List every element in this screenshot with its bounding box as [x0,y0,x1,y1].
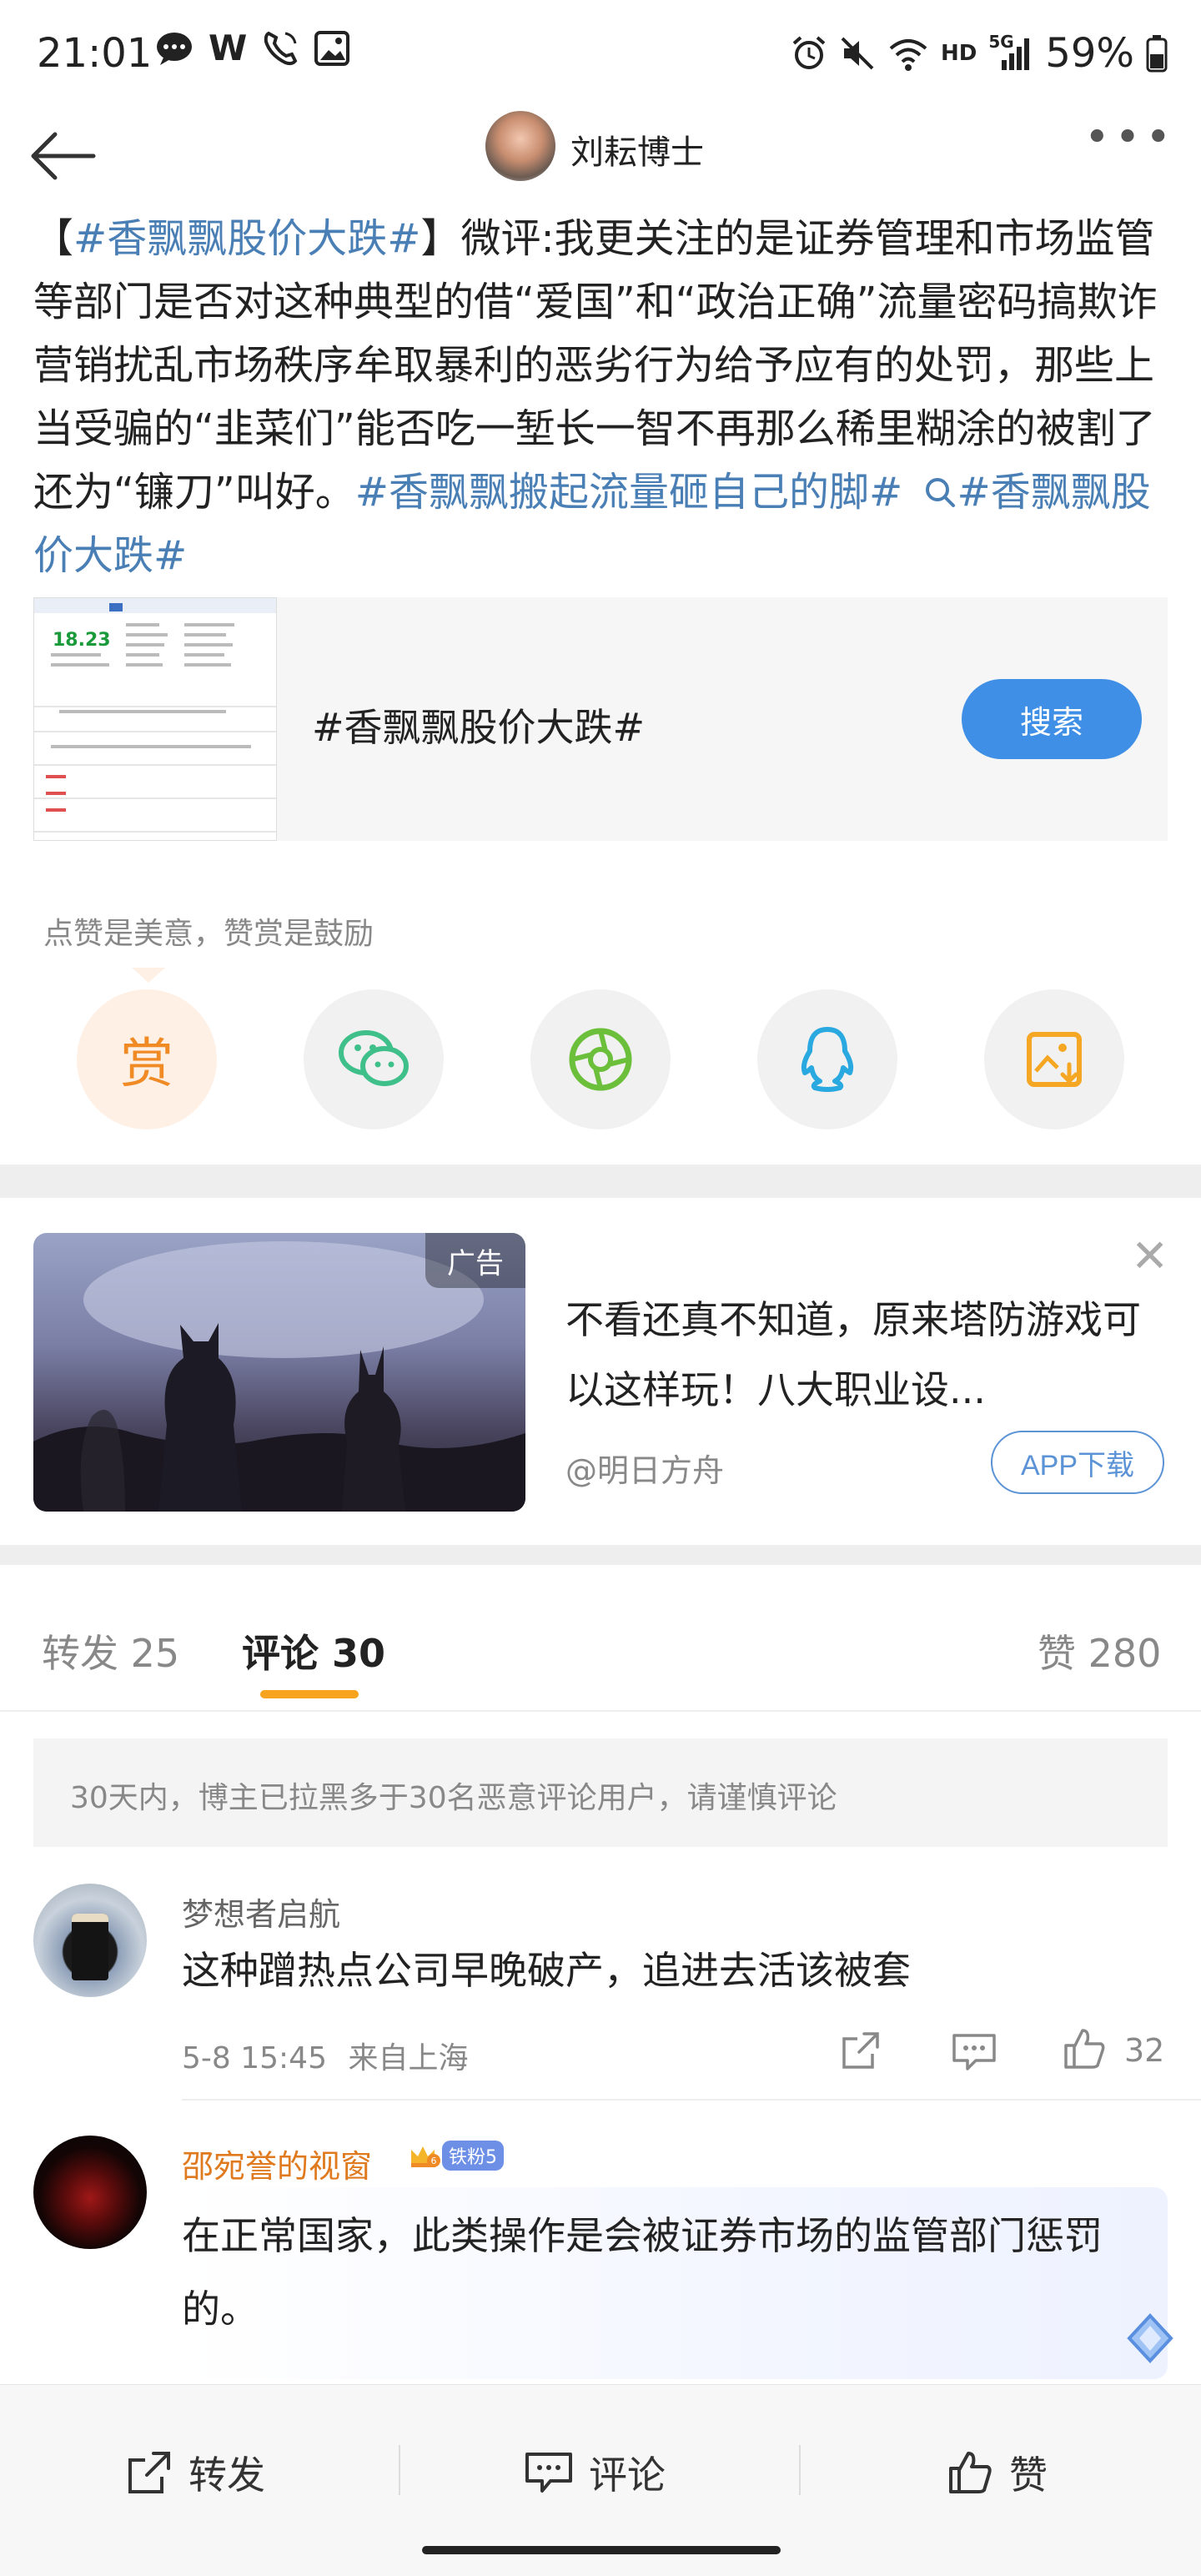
alarm-icon [792,36,826,69]
phone-call-icon [264,31,298,66]
tab-like-label: 赞 [1038,1631,1076,1676]
status-time: 21:01 [37,30,153,77]
image-download-icon [1027,1032,1082,1087]
repost-action[interactable]: 转发 [125,2445,265,2500]
tooltip-pointer [132,968,165,983]
active-tab-indicator [260,1690,359,1698]
comment-notice: 30天内，博主已拉黑多于30名恶意评论用户，请谨慎评论 [33,1738,1168,1847]
author-avatar[interactable] [485,111,555,181]
ad-image[interactable]: 广告 [33,1233,525,1512]
like-action[interactable]: 赞 [946,2445,1048,2500]
qq-penguin-icon [801,1027,854,1092]
section-divider [0,1165,1201,1198]
repost-icon [128,2452,170,2493]
wifi-icon [889,39,927,71]
more-options-icon[interactable]: ••• [1084,116,1176,159]
repost-action-label: 转发 [188,2453,265,2498]
comment-icon[interactable] [951,2030,997,2074]
notification-icons: W [155,30,350,67]
fan-badge-level: 6 [427,2154,440,2167]
post-content: 【#香飘飘股价大跌#】微评:我更关注的是证券管理和市场监管等部门是否对这种典型的… [33,207,1184,587]
search-button[interactable]: 搜索 [962,679,1142,759]
commenter-avatar[interactable] [33,2136,147,2249]
avatar-glass [72,1914,108,1980]
comment-meta: 5-8 15:45 来自上海 [182,2034,468,2077]
battery-icon [1146,35,1168,73]
wechat-icon [339,1030,409,1086]
share-moments-button[interactable] [530,989,671,1130]
tab-repost-count: 25 [130,1631,180,1676]
comment-action[interactable]: 评论 [524,2445,666,2500]
commenter-avatar[interactable] [33,1884,147,1997]
battery-percent: 59% [1045,30,1134,77]
diamond-decoration-icon [1127,2313,1173,2363]
w-app-icon: W [209,28,248,68]
commenter-name[interactable]: 邵宛誉的视窗 [182,2141,372,2186]
fan-badge-label: 铁粉5 [442,2141,504,2171]
status-bar: 21:01 W HD 5G 59% [0,0,1201,100]
tab-comment[interactable]: 评论 30 [242,1623,385,1678]
signal-icon [1002,38,1030,70]
tab-comment-label: 评论 [242,1631,319,1676]
like-icon[interactable] [1061,2025,1108,2072]
avatar-foam [72,1914,108,1922]
mute-icon [841,37,874,70]
close-icon[interactable]: ✕ [1131,1230,1168,1282]
tab-repost[interactable]: 转发 25 [42,1623,179,1678]
tab-divider [0,1710,1201,1712]
bracket-open: 【 [33,215,74,262]
tab-like-count: 280 [1088,1631,1162,1676]
back-arrow-icon[interactable] [25,118,100,194]
bar-divider [799,2445,801,2495]
stock-chart-thumbnail: 18.23 [33,597,277,841]
author-name[interactable]: 刘耘博士 [570,125,704,174]
topic-title: #香飘飘股价大跌# [312,705,646,750]
like-count: 32 [1124,2032,1165,2069]
ad-title[interactable]: 不看还真不知道，原来塔防游戏可以这样玩！八大职业设... [565,1285,1149,1425]
bracket-close: 】 [420,215,461,262]
system-icons: HD 5G 59% [791,30,1168,77]
app-download-button[interactable]: APP下载 [991,1431,1164,1494]
reward-hint: 点赞是美意，赞赏是鼓励 [43,917,374,951]
bar-divider [399,2445,400,2495]
thumb-chart-lines [34,603,276,833]
like-action-label: 赞 [1009,2453,1048,2498]
tab-repost-label: 转发 [42,1631,118,1676]
ad-source[interactable]: @明日方舟 [565,1445,724,1491]
moments-aperture-icon [569,1028,632,1091]
chat-bubble-icon [157,33,192,65]
repost-icon[interactable] [839,2029,882,2072]
comment-action-label: 评论 [589,2453,666,2498]
ad-label: 广告 [425,1233,525,1288]
comment-icon [525,2453,572,2493]
commenter-name[interactable]: 梦想者启航 [182,1889,340,1935]
reward-button[interactable]: 赏 [77,989,217,1130]
search-icon [926,478,956,507]
hashtag-link[interactable]: #香飘飘搬起流量砸自己的脚# [355,469,902,516]
signal-group: 5G [988,32,1033,72]
reward-label: 赏 [120,1034,173,1095]
network-hd-label: HD [940,41,977,66]
share-qq-button[interactable] [757,989,897,1130]
tab-like[interactable]: 赞 280 [1038,1623,1161,1678]
home-indicator[interactable] [422,2546,781,2554]
save-image-button[interactable] [984,989,1124,1130]
comment-text: 这种蹭热点公司早晚破产，追进去活该被套 [182,1948,911,1993]
topic-card[interactable]: 18.23 #香飘飘股价大跌# 搜索 [33,597,1168,841]
section-divider [0,1545,1201,1565]
share-wechat-button[interactable] [304,989,444,1130]
hashtag-link[interactable]: #香飘飘股价大跌# [73,215,420,262]
comment-time: 5-8 15:45 [182,2041,327,2075]
comment-text: 在正常国家，此类操作是会被证券市场的监管部门惩罚的。 [182,2213,1103,2332]
tab-comment-count: 30 [332,1631,386,1676]
gallery-icon [314,31,350,66]
comment-divider [182,2099,1201,2101]
like-icon [949,2452,992,2493]
comment-location: 来自上海 [348,2041,469,2075]
fan-badge: 6 铁粉5 [409,2141,504,2171]
